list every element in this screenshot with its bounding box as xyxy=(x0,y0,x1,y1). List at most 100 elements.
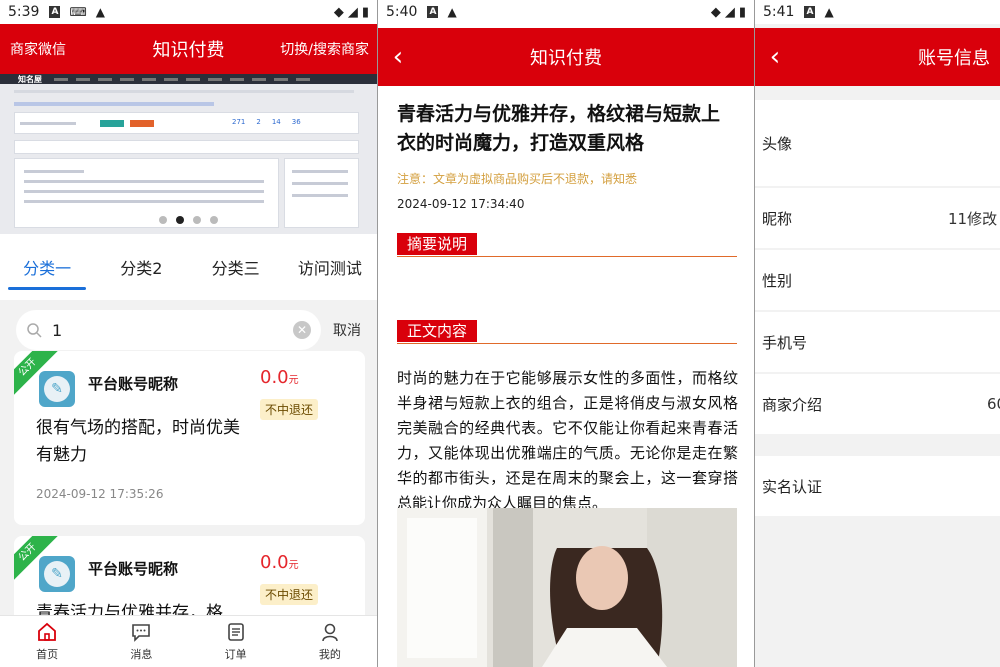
purchase-notice: 注意：文章为虚拟商品购买后不退款，请知悉 xyxy=(397,172,638,186)
card-description: 很有气场的搭配，时尚优美有魅力 xyxy=(36,418,240,465)
nav-orders[interactable]: 订单 xyxy=(189,616,283,667)
keyboard-icon: ⌨ xyxy=(69,5,87,19)
price: 0.0元 xyxy=(260,552,299,573)
article-image xyxy=(397,508,737,667)
article-card[interactable]: 公开 ✎ 平台账号昵称 0.0元 不中退还 青春活力与优雅并存，格 xyxy=(14,536,365,626)
order-icon xyxy=(225,621,247,643)
status-time: 5:40 xyxy=(386,4,418,20)
battery-icon: ▮ xyxy=(738,4,746,20)
battery-icon: ▮ xyxy=(361,4,369,20)
row-avatar[interactable]: 头像 xyxy=(755,100,1000,186)
row-label: 性别 xyxy=(762,271,793,290)
row-real-name[interactable]: 实名认证 xyxy=(755,456,1000,516)
nickname-value: 11修改 xyxy=(948,209,998,228)
banner-nav: 知名屋 xyxy=(0,74,377,84)
signal-icon: ◢ xyxy=(347,4,358,20)
home-icon xyxy=(36,621,58,643)
back-arrow-icon[interactable]: ‹ xyxy=(755,32,795,82)
avatar: ✎ xyxy=(39,556,75,592)
cancel-button[interactable]: 取消 xyxy=(333,320,361,340)
user-icon xyxy=(319,621,341,643)
signal-icon: ◢ xyxy=(724,4,735,20)
home-screen: 5:39 A ⌨ ▲ ◆ ◢ ▮ 商家微信 知识付费 切换/搜索商家 知名屋 2… xyxy=(0,0,377,667)
row-gender[interactable]: 性别 xyxy=(755,250,1000,310)
nav-label: 订单 xyxy=(224,648,247,661)
pencil-icon: ✎ xyxy=(44,561,70,587)
tab-access-test[interactable]: 访问测试 xyxy=(283,248,377,290)
price-unit: 元 xyxy=(288,375,299,386)
row-label: 头像 xyxy=(762,134,793,153)
article-card[interactable]: 公开 ✎ 平台账号昵称 0.0元 不中退还 很有气场的搭配，时尚优美有魅力 20… xyxy=(14,351,365,525)
status-time: 5:39 xyxy=(8,4,40,20)
account-screen: 5:41 A ▲ ‹ 账号信息 头像 昵称 11修改 性别 手机号 商家介绍 6… xyxy=(755,0,1000,667)
author-nickname: 平台账号昵称 xyxy=(88,375,179,393)
warning-icon: ▲ xyxy=(95,5,106,19)
bottom-nav: 首页 消息 订单 我的 xyxy=(0,615,377,667)
row-label: 实名认证 xyxy=(762,477,823,496)
nav-home[interactable]: 首页 xyxy=(0,616,94,667)
category-tabs: 分类一 分类2 分类三 访问测试 xyxy=(0,234,377,300)
status-bar: 5:39 A ⌨ ▲ ◆ ◢ ▮ xyxy=(0,0,377,24)
card-time: 2024-09-12 17:35:26 xyxy=(36,487,164,501)
pencil-icon: ✎ xyxy=(44,376,70,402)
row-merchant-intro[interactable]: 商家介绍 60 xyxy=(755,374,1000,434)
row-phone[interactable]: 手机号 xyxy=(755,312,1000,372)
article-body: 时尚的魅力在于它能够展示女性的多面性，而格纹半身裙与短款上衣的组合，正是将俏皮与… xyxy=(397,369,738,512)
wifi-icon: ◆ xyxy=(710,4,721,20)
nav-label: 消息 xyxy=(130,648,153,661)
banner-stats: 271 2 14 36 xyxy=(232,118,301,126)
search-input[interactable]: 1 ✕ xyxy=(16,310,321,350)
banner-stat: 2 xyxy=(256,118,261,126)
tab-category-2[interactable]: 分类2 xyxy=(94,248,188,290)
price-value: 0.0 xyxy=(260,552,289,573)
row-label: 手机号 xyxy=(762,333,808,352)
author-nickname: 平台账号昵称 xyxy=(88,560,179,578)
notification-a-icon: A xyxy=(49,6,61,18)
top-header: 商家微信 知识付费 切换/搜索商家 xyxy=(0,24,377,74)
banner-carousel[interactable]: 知名屋 271 2 14 36 xyxy=(0,74,377,234)
message-icon xyxy=(130,621,152,643)
search-value: 1 xyxy=(52,320,63,340)
top-header: ‹ 知识付费 xyxy=(378,28,754,86)
merchant-intro-value: 60 xyxy=(987,395,1000,413)
nav-label: 首页 xyxy=(36,648,59,661)
summary-section-header: 摘要说明 xyxy=(397,233,737,257)
notification-a-icon: A xyxy=(427,6,439,18)
content-section-header: 正文内容 xyxy=(397,320,737,344)
status-bar: 5:41 A ▲ xyxy=(755,0,1000,24)
back-arrow-icon[interactable]: ‹ xyxy=(378,32,418,82)
status-bar: 5:40 A ▲ ◆ ◢ ▮ xyxy=(378,0,754,24)
clear-icon[interactable]: ✕ xyxy=(293,321,311,339)
nav-messages[interactable]: 消息 xyxy=(94,616,188,667)
merchant-wechat-link[interactable]: 商家微信 xyxy=(0,39,66,59)
search-icon xyxy=(27,323,42,338)
tab-category-3[interactable]: 分类三 xyxy=(189,248,283,290)
price-value: 0.0 xyxy=(260,367,289,388)
tab-category-1[interactable]: 分类一 xyxy=(0,248,94,290)
price: 0.0元 xyxy=(260,367,299,388)
page-title: 账号信息 xyxy=(918,48,990,69)
warning-icon: ▲ xyxy=(447,5,457,19)
notification-a-icon: A xyxy=(804,6,816,18)
carousel-dots[interactable] xyxy=(0,216,377,224)
content-label: 正文内容 xyxy=(397,320,478,342)
status-time: 5:41 xyxy=(763,4,795,20)
nav-profile[interactable]: 我的 xyxy=(283,616,377,667)
banner-logo: 知名屋 xyxy=(18,74,42,84)
banner-stat: 271 xyxy=(232,118,246,126)
row-label: 商家介绍 xyxy=(762,395,823,414)
switch-merchant-link[interactable]: 切换/搜索商家 xyxy=(280,39,377,59)
article-title: 青春活力与优雅并存，格纹裙与短款上衣的时尚魔力，打造双重风格 xyxy=(397,103,721,154)
wifi-icon: ◆ xyxy=(333,4,344,20)
row-nickname[interactable]: 昵称 11修改 xyxy=(755,188,1000,248)
top-header: ‹ 账号信息 xyxy=(755,28,1000,86)
banner-stat: 14 xyxy=(271,118,281,126)
warning-icon: ▲ xyxy=(824,5,834,19)
summary-label: 摘要说明 xyxy=(397,233,478,255)
system-icons: ◆ ◢ ▮ xyxy=(711,5,746,20)
refund-badge: 不中退还 xyxy=(260,399,319,420)
avatar: ✎ xyxy=(39,371,75,407)
row-label: 昵称 xyxy=(762,209,793,228)
price-unit: 元 xyxy=(288,560,299,571)
page-title: 知识付费 xyxy=(530,48,602,69)
